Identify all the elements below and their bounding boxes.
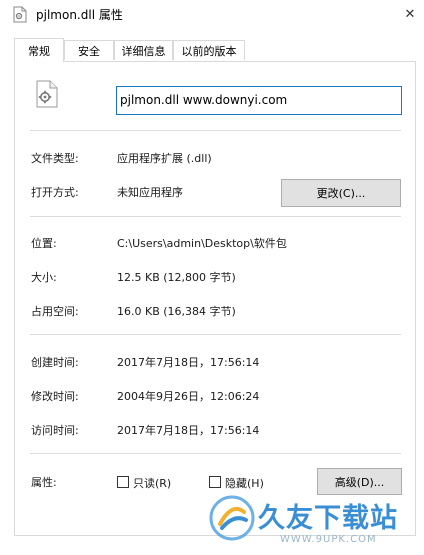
close-button[interactable]: ✕: [396, 2, 424, 26]
watermark: 久友下载站 WWW.9UPK.COM: [208, 492, 420, 552]
modified-label: 修改时间:: [31, 390, 79, 403]
watermark-logo-icon: [209, 495, 255, 541]
dll-file-icon: [36, 80, 58, 108]
accessed-label: 访问时间:: [31, 424, 79, 437]
tab-label: 常规: [28, 44, 50, 58]
tab-label: 以前的版本: [181, 44, 237, 58]
readonly-label[interactable]: 只读(R): [133, 475, 171, 491]
accessed-value: 2017年7月18日，17:56:14: [117, 424, 260, 437]
general-panel: [14, 61, 416, 536]
tab-details[interactable]: 详细信息: [114, 40, 173, 60]
size-label: 大小:: [31, 271, 57, 284]
tab-previous-versions[interactable]: 以前的版本: [173, 40, 245, 60]
created-value: 2017年7月18日，17:56:14: [117, 356, 260, 369]
modified-value: 2004年9月26日，12:06:24: [117, 390, 260, 403]
separator: [30, 216, 401, 217]
change-button-label: 更改(C)...: [316, 187, 366, 200]
tab-security[interactable]: 安全: [64, 40, 114, 60]
window-title: pjlmon.dll 属性: [36, 8, 123, 22]
readonly-checkbox[interactable]: [117, 476, 129, 488]
tab-label: 详细信息: [121, 44, 166, 58]
file-type-value: 应用程序扩展 (.dll): [117, 152, 212, 165]
location-value: C:\Users\admin\Desktop\软件包: [117, 237, 287, 250]
location-label: 位置:: [31, 237, 57, 250]
tab-label: 安全: [78, 44, 100, 58]
open-with-value: 未知应用程序: [117, 186, 183, 199]
tab-general[interactable]: 常规: [14, 38, 64, 62]
file-type-label: 文件类型:: [31, 152, 79, 165]
created-label: 创建时间:: [31, 356, 79, 369]
hidden-checkbox[interactable]: [209, 476, 221, 488]
separator: [30, 334, 401, 335]
attributes-label: 属性:: [31, 476, 57, 489]
hidden-label[interactable]: 隐藏(H): [225, 475, 264, 491]
tab-strip: 常规 安全 详细信息 以前的版本: [14, 38, 414, 62]
advanced-button[interactable]: 高级(D)...: [317, 468, 402, 495]
disk-size-value: 16.0 KB (16,384 字节): [117, 305, 236, 318]
separator: [30, 453, 401, 454]
open-with-label: 打开方式:: [31, 186, 79, 199]
separator: [30, 130, 401, 131]
file-name-input[interactable]: pjlmon.dll www.downyi.com: [116, 86, 402, 115]
disk-size-label: 占用空间:: [31, 305, 79, 318]
title-bar: pjlmon.dll 属性 ✕: [0, 0, 424, 30]
watermark-subtext: WWW.9UPK.COM: [280, 534, 377, 545]
dll-file-icon: [13, 6, 27, 23]
watermark-text: 久友下载站: [258, 503, 398, 534]
close-icon: ✕: [404, 6, 416, 22]
advanced-button-label: 高级(D)...: [334, 475, 385, 489]
size-value: 12.5 KB (12,800 字节): [117, 271, 236, 284]
change-button[interactable]: 更改(C)...: [281, 179, 401, 207]
